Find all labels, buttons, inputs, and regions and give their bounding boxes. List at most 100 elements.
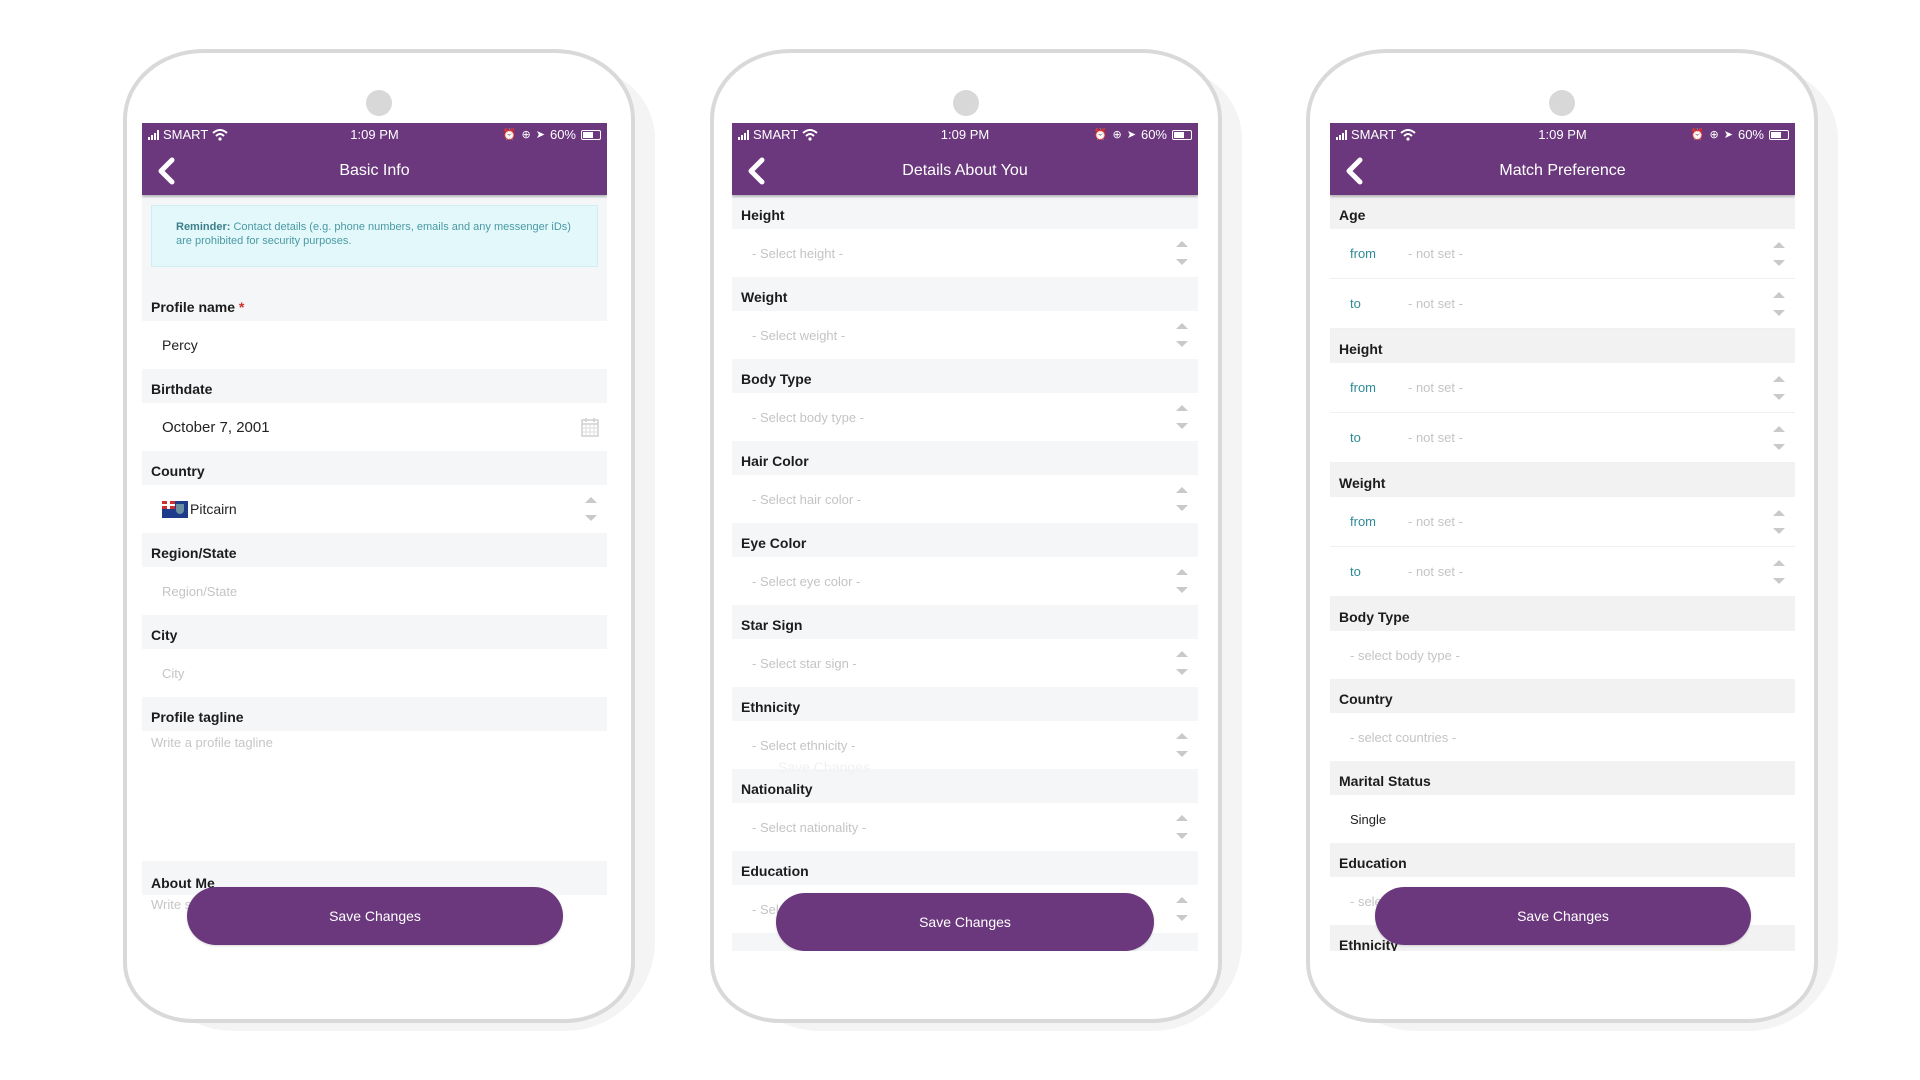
select-placeholder: - Select star sign -: [752, 655, 857, 671]
field-label: Hair Color: [741, 453, 809, 469]
profile-name-input[interactable]: Percy: [142, 321, 607, 369]
nav-bar: Basic Info: [142, 146, 607, 195]
city-input[interactable]: City: [142, 649, 607, 697]
country-select[interactable]: Pitcairn: [142, 485, 607, 533]
range-label: Height: [1339, 341, 1383, 357]
marital-status-select[interactable]: Single: [1330, 795, 1795, 843]
battery-icon: [1769, 129, 1789, 140]
select-arrows-icon[interactable]: [1773, 291, 1785, 317]
orientation-lock-icon: ⊕: [1112, 129, 1122, 141]
reminder-text: Contact details (e.g. phone numbers, ema…: [176, 221, 571, 247]
status-bar: SMART 1:09 PM ⏰ ⊕ ➤ 60%: [732, 123, 1198, 146]
back-chevron-icon[interactable]: [1342, 156, 1368, 186]
region-label: Region/State: [151, 545, 237, 561]
orientation-lock-icon: ⊕: [521, 129, 531, 141]
body-type-placeholder: - select body type -: [1350, 647, 1460, 663]
carrier-name: SMART: [753, 127, 799, 142]
range-to-select[interactable]: to - not set -: [1330, 547, 1795, 597]
location-icon: ➤: [1723, 129, 1733, 141]
range-label: Weight: [1339, 475, 1386, 491]
birthdate-label: Birthdate: [151, 381, 213, 397]
tagline-label: Profile tagline: [151, 709, 244, 725]
country-placeholder: - select countries -: [1350, 729, 1457, 745]
profile-name-label-text: Profile name: [151, 299, 236, 315]
select-arrows-icon[interactable]: [1176, 732, 1188, 758]
select-arrows-icon[interactable]: [1773, 375, 1785, 401]
wifi-icon: [802, 128, 818, 141]
range-to-key: to: [1350, 564, 1361, 579]
select-field[interactable]: - Select hair color -: [732, 475, 1198, 523]
select-field[interactable]: - Select height -: [732, 229, 1198, 277]
save-changes-button[interactable]: Save Changes: [1375, 887, 1751, 945]
select-arrows-icon[interactable]: [1176, 404, 1188, 430]
location-icon: ➤: [535, 129, 545, 141]
select-arrows-icon[interactable]: [1176, 814, 1188, 840]
city-label: City: [151, 627, 178, 643]
screen: SMART 1:09 PM ⏰ ⊕ ➤ 60% Details About Yo…: [732, 123, 1198, 951]
screen: SMART 1:09 PM ⏰ ⊕ ➤ 60% Basic Info Remin…: [142, 123, 607, 951]
range-from-value: - not set -: [1408, 514, 1463, 529]
select-field[interactable]: - Select star sign -: [732, 639, 1198, 687]
select-arrows-icon[interactable]: [1773, 559, 1785, 585]
select-placeholder: - Select weight -: [752, 327, 846, 343]
page-title: Match Preference: [1499, 161, 1626, 179]
range-to-select[interactable]: to - not set -: [1330, 279, 1795, 329]
select-placeholder: - Select body type -: [752, 409, 864, 425]
save-changes-button[interactable]: Save Changes: [187, 887, 563, 945]
select-arrows-icon[interactable]: [1176, 568, 1188, 594]
range-to-value: - not set -: [1408, 430, 1463, 445]
range-label: Age: [1339, 207, 1366, 223]
back-chevron-icon[interactable]: [154, 156, 180, 186]
select-field[interactable]: - Select nationality -: [732, 803, 1198, 851]
ghost-save-text: Save Changes: [778, 759, 870, 775]
page-title: Details About You: [902, 161, 1028, 179]
range-from-key: from: [1350, 246, 1376, 261]
back-chevron-icon[interactable]: [744, 156, 770, 186]
tagline-textarea[interactable]: Write a profile tagline: [142, 731, 607, 861]
nav-bar: Match Preference: [1330, 146, 1795, 195]
signal-icon: [148, 129, 159, 140]
select-arrows-icon[interactable]: [1176, 650, 1188, 676]
field-label: Eye Color: [741, 535, 807, 551]
battery-percent: 60%: [549, 127, 576, 142]
battery-icon: [581, 129, 601, 140]
select-arrows-icon[interactable]: [1176, 322, 1188, 348]
reminder-banner: Reminder: Contact details (e.g. phone nu…: [151, 205, 598, 267]
range-from-select[interactable]: from - not set -: [1330, 497, 1795, 547]
field-label: Ethnicity: [741, 699, 801, 715]
select-arrows-icon[interactable]: [1773, 241, 1785, 267]
select-field[interactable]: - Select body type -: [732, 393, 1198, 441]
phone-match-preference: SMART 1:09 PM ⏰ ⊕ ➤ 60% Match Preference…: [1306, 49, 1838, 1031]
save-changes-button[interactable]: Save Changes: [776, 893, 1154, 951]
save-changes-label: Save Changes: [919, 914, 1011, 930]
range-to-value: - not set -: [1408, 564, 1463, 579]
range-from-select[interactable]: from - not set -: [1330, 363, 1795, 413]
range-from-select[interactable]: from - not set -: [1330, 229, 1795, 279]
select-arrows-icon[interactable]: [585, 496, 597, 522]
location-icon: ➤: [1126, 129, 1136, 141]
select-arrows-icon[interactable]: [1176, 896, 1188, 922]
save-changes-label: Save Changes: [329, 908, 421, 924]
select-arrows-icon[interactable]: [1773, 509, 1785, 535]
select-placeholder: - Select hair color -: [752, 491, 862, 507]
birthdate-input[interactable]: October 7, 2001: [142, 403, 607, 451]
required-marker: *: [238, 299, 245, 315]
select-arrows-icon[interactable]: [1773, 425, 1785, 451]
alarm-icon: ⏰: [1093, 129, 1108, 141]
country-select[interactable]: - select countries -: [1330, 713, 1795, 761]
body-type-select[interactable]: - select body type -: [1330, 631, 1795, 679]
calendar-icon[interactable]: [581, 417, 599, 437]
select-field[interactable]: - Select weight -: [732, 311, 1198, 359]
range-from-value: - not set -: [1408, 246, 1463, 261]
region-input[interactable]: Region/State: [142, 567, 607, 615]
pitcairn-flag-icon: [162, 500, 188, 518]
select-arrows-icon[interactable]: [1176, 486, 1188, 512]
country-label: Country: [151, 463, 205, 479]
profile-name-value: Percy: [162, 337, 198, 353]
range-from-value: - not set -: [1408, 380, 1463, 395]
select-field[interactable]: - Select eye color -: [732, 557, 1198, 605]
range-to-key: to: [1350, 430, 1361, 445]
range-to-select[interactable]: to - not set -: [1330, 413, 1795, 463]
select-arrows-icon[interactable]: [1176, 240, 1188, 266]
country-value: Pitcairn: [190, 501, 237, 517]
